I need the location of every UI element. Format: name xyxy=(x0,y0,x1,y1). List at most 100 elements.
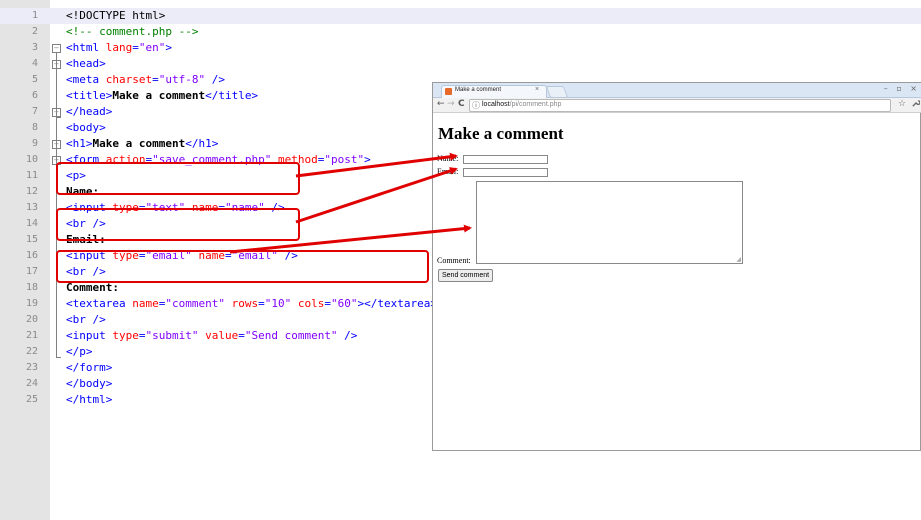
name-input[interactable] xyxy=(463,155,548,164)
code-token: cols xyxy=(297,297,325,310)
line-number: 3 xyxy=(31,42,38,53)
line-number: 4 xyxy=(31,58,38,69)
line-number: 20 xyxy=(25,314,38,325)
line-number: 8 xyxy=(31,122,38,133)
comment-label: Comment: xyxy=(437,256,471,265)
line-number: 11 xyxy=(25,170,38,181)
code-token: Make a comment xyxy=(112,89,206,102)
code-token: rows xyxy=(231,297,259,310)
code-line: <html lang="en"> xyxy=(66,40,172,56)
wrench-icon[interactable] xyxy=(911,99,921,111)
code-token: </title> xyxy=(205,89,259,102)
tab-title: Make a comment xyxy=(455,87,502,93)
line-number: 23 xyxy=(25,362,38,373)
code-token: </form> xyxy=(66,361,113,374)
back-icon[interactable]: ← xyxy=(437,99,445,109)
address-bar[interactable]: ⓘ localhost/pi/comment.php xyxy=(469,99,891,112)
code-token: "10" xyxy=(264,297,292,310)
fold-end-html xyxy=(56,357,61,358)
browser-tab[interactable]: Make a comment × xyxy=(441,85,547,98)
name-label: Name: xyxy=(437,154,459,163)
send-comment-button[interactable]: Send comment xyxy=(438,269,494,282)
code-token: <meta xyxy=(66,73,106,86)
line-number: 6 xyxy=(31,90,38,101)
code-token: = xyxy=(324,297,331,310)
code-token: = xyxy=(152,73,159,86)
line-number: 1 xyxy=(31,10,38,21)
code-token: <head> xyxy=(66,57,106,70)
code-token: "comment" xyxy=(165,297,225,310)
line-number: 25 xyxy=(25,394,38,405)
code-line: <meta charset="utf-8" /> xyxy=(66,72,225,88)
code-token: = xyxy=(238,329,245,342)
code-token: = xyxy=(258,297,265,310)
line-number: 13 xyxy=(25,202,38,213)
code-token: <html xyxy=(66,41,106,54)
code-line: </p> xyxy=(66,344,93,360)
line-number: 18 xyxy=(25,282,38,293)
forward-icon[interactable]: → xyxy=(447,99,455,109)
code-token: <br /> xyxy=(66,313,106,326)
email-input[interactable] xyxy=(463,168,548,177)
page-viewport: Make a comment Name: Email: Comment: ◢ S… xyxy=(433,113,920,450)
line-number: 24 xyxy=(25,378,38,389)
page-heading: Make a comment xyxy=(438,124,564,143)
code-token: > xyxy=(165,41,172,54)
window-controls[interactable]: – ▫ × xyxy=(884,84,920,93)
code-line: <title>Make a comment</title> xyxy=(66,88,258,104)
code-token: </html> xyxy=(66,393,113,406)
browser-toolbar: ← → C ⓘ localhost/pi/comment.php ☆ xyxy=(433,98,921,113)
email-label: Email: xyxy=(437,167,459,176)
code-token: "utf-8" xyxy=(158,73,206,86)
line-number: 14 xyxy=(25,218,38,229)
code-token: = xyxy=(132,41,139,54)
page-info-icon[interactable]: ⓘ xyxy=(472,100,480,111)
code-line: </form> xyxy=(66,360,112,376)
line-number: 7 xyxy=(31,106,38,117)
highlight-box-name xyxy=(56,162,300,195)
code-token: </head> xyxy=(66,105,113,118)
code-token: "submit" xyxy=(145,329,199,342)
code-token: /> xyxy=(205,73,225,86)
code-token: name xyxy=(132,297,159,310)
favicon-icon xyxy=(445,88,452,95)
code-token: </p> xyxy=(66,345,93,358)
code-line: <input type="submit" value="Send comment… xyxy=(66,328,357,344)
line-number: 17 xyxy=(25,266,38,277)
url-path: /pi/comment.php xyxy=(509,101,562,108)
new-tab-button[interactable] xyxy=(545,86,569,98)
code-line: <textarea name="comment" rows="10" cols=… xyxy=(66,296,437,312)
tab-close-icon[interactable]: × xyxy=(535,86,539,93)
code-token: charset xyxy=(105,73,153,86)
code-line: </head> xyxy=(66,104,112,120)
code-token: "en" xyxy=(138,41,166,54)
code-token: <textarea xyxy=(66,297,133,310)
line-number: 2 xyxy=(31,26,38,37)
highlight-box-email xyxy=(56,208,300,241)
line-number: 21 xyxy=(25,330,38,341)
code-token: <!DOCTYPE html> xyxy=(66,9,166,22)
code-line: </html> xyxy=(66,392,112,408)
resize-grip-icon[interactable]: ◢ xyxy=(736,256,741,263)
line-number: 15 xyxy=(25,234,38,245)
code-token: <input xyxy=(66,329,113,342)
code-token: <h1> xyxy=(66,137,93,150)
code-token: <body> xyxy=(66,121,106,134)
reload-icon[interactable]: C xyxy=(458,99,465,109)
code-token: type xyxy=(112,329,139,342)
browser-window: Make a comment × – ▫ × ← → C ⓘ localhost… xyxy=(432,82,921,451)
url-host: localhost xyxy=(482,101,510,108)
line-number: 16 xyxy=(25,250,38,261)
code-token: </h1> xyxy=(185,137,219,150)
code-line: </body> xyxy=(66,376,112,392)
fold-end-head xyxy=(56,117,61,118)
line-number: 22 xyxy=(25,346,38,357)
code-token: /> xyxy=(337,329,358,342)
comment-textarea[interactable]: ◢ xyxy=(476,181,743,264)
code-token: Make a comment xyxy=(92,137,186,150)
bookmark-star-icon[interactable]: ☆ xyxy=(898,99,906,109)
fold-toggle-html[interactable]: − xyxy=(52,44,61,53)
code-line: <body> xyxy=(66,120,106,136)
